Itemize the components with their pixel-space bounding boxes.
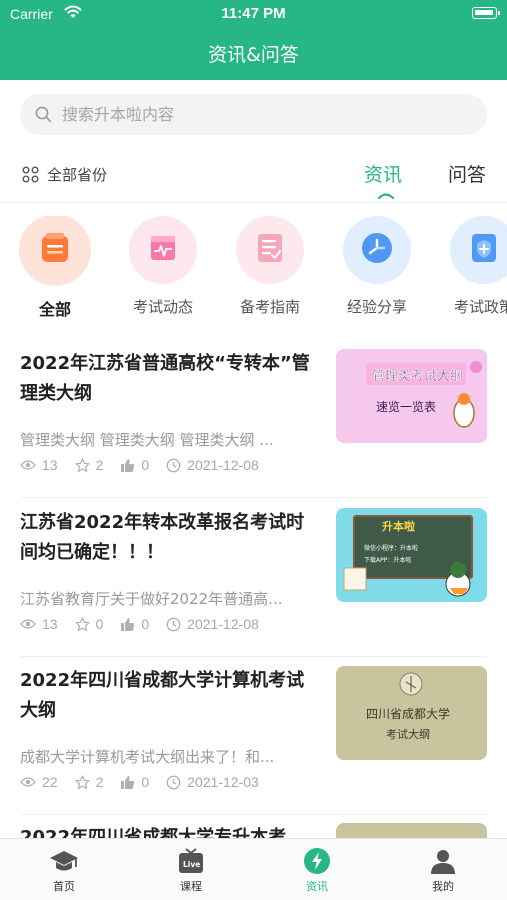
category-policy[interactable]: 考试政策 xyxy=(434,216,507,317)
thumbs-up-icon xyxy=(121,775,135,789)
category-label: 考试动态 xyxy=(132,298,193,316)
article-summary: 成都大学计算机考试大纲出来了！和... xyxy=(20,748,275,766)
article-divider xyxy=(20,814,487,815)
star-count: 2 xyxy=(95,457,104,473)
divider xyxy=(0,202,507,203)
category-label: 经验分享 xyxy=(346,298,407,316)
star-count: 2 xyxy=(95,774,104,790)
article-item[interactable]: 2022年江苏省普通高校“专转本”管理类大纲 管理类大纲 管理类大纲 管理类大纲… xyxy=(0,349,507,506)
thumbs-up-icon xyxy=(121,617,135,631)
category-exam-news[interactable]: 考试动态 xyxy=(113,216,213,317)
tabbar-profile[interactable]: 我的 xyxy=(403,847,483,894)
tabbar-news[interactable]: 资讯 xyxy=(277,847,357,894)
app-header: Carrier 11:47 PM 资讯&问答 xyxy=(0,0,507,80)
article-divider xyxy=(20,656,487,657)
article-meta: 22 2 0 2021-12-03 xyxy=(20,774,276,790)
battery-icon xyxy=(472,7,500,19)
category-label: 备考指南 xyxy=(239,298,300,316)
article-title: 2022年四川省成都大学专升本考 xyxy=(20,827,287,838)
article-date: 2021-12-08 xyxy=(187,457,259,473)
article-meta: 13 0 0 2021-12-08 xyxy=(20,616,276,632)
thumb-text: 四川省成都大学 xyxy=(366,706,450,721)
status-bar: Carrier 11:47 PM xyxy=(0,0,507,28)
graduation-cap-icon xyxy=(24,847,104,875)
tabbar-home[interactable]: 首页 xyxy=(24,847,104,894)
article-thumbnail: 四川省成都大学 考试大纲 xyxy=(336,666,487,760)
thumb-text: 升本啦 xyxy=(382,519,415,533)
status-time: 11:47 PM xyxy=(221,5,286,22)
shield-icon xyxy=(469,232,499,268)
province-filter[interactable]: 全部省份 xyxy=(22,162,107,186)
clock-icon xyxy=(360,231,394,269)
eye-icon xyxy=(20,460,36,470)
live-tv-icon: Live xyxy=(151,847,231,875)
category-study-guide[interactable]: 备考指南 xyxy=(220,216,320,317)
tab-indicator xyxy=(377,193,395,200)
thumbs-up-icon xyxy=(121,458,135,472)
clock-icon xyxy=(166,775,181,789)
thumb-text: 微信小程序：升本啦 xyxy=(364,544,418,552)
tab-news[interactable]: 资讯 xyxy=(364,160,402,187)
thumb-text: 管理类考试大纲 xyxy=(372,369,463,384)
tabbar-label: 课程 xyxy=(180,880,202,893)
article-date: 2021-12-03 xyxy=(187,774,259,790)
list-icon xyxy=(40,232,70,268)
star-icon xyxy=(74,457,90,472)
tabbar-label: 我的 xyxy=(432,880,454,893)
category-row: 全部 考试动态 备考指南 经验分享 考试政策 xyxy=(0,216,507,324)
tabbar-label: 资讯 xyxy=(306,880,328,893)
tabbar-courses[interactable]: Live 课程 xyxy=(151,847,231,894)
category-all[interactable]: 全部 xyxy=(5,216,105,320)
clock-icon xyxy=(166,617,181,631)
user-icon xyxy=(403,847,483,875)
bottom-tab-bar: 首页 Live 课程 资讯 我的 xyxy=(0,838,507,900)
category-label: 全部 xyxy=(38,300,71,319)
thumb-text: 下载APP：升本啦 xyxy=(364,556,411,564)
star-count: 0 xyxy=(95,616,104,632)
article-title: 2022年四川省成都大学计算机考试大纲 xyxy=(20,670,305,721)
view-count: 13 xyxy=(42,457,58,473)
eye-icon xyxy=(20,777,36,787)
article-date: 2021-12-08 xyxy=(187,616,259,632)
clock-icon xyxy=(166,458,181,472)
page-title: 资讯&问答 xyxy=(208,44,299,66)
article-item[interactable]: 2022年四川省成都大学计算机考试大纲 成都大学计算机考试大纲出来了！和... … xyxy=(0,666,507,823)
star-icon xyxy=(74,774,90,789)
article-meta: 13 2 0 2021-12-08 xyxy=(20,457,276,473)
search-input[interactable] xyxy=(62,94,472,135)
article-title: 2022年江苏省普通高校“专转本”管理类大纲 xyxy=(20,353,310,404)
like-count: 0 xyxy=(141,774,150,790)
tabbar-label: 首页 xyxy=(53,880,75,893)
tab-qa[interactable]: 问答 xyxy=(448,160,486,187)
article-summary: 管理类大纲 管理类大纲 管理类大纲 ... xyxy=(20,431,274,449)
article-item[interactable]: 江苏省2022年转本改革报名考试时间均已确定！！！ 江苏省教育厅关于做好2022… xyxy=(0,508,507,665)
star-icon xyxy=(74,616,90,631)
like-count: 0 xyxy=(141,616,150,632)
view-count: 13 xyxy=(42,616,58,632)
search-bar[interactable] xyxy=(20,94,487,135)
thumb-text: 速览一览表 xyxy=(376,399,436,414)
thumb-text: 考试大纲 xyxy=(386,727,430,741)
article-thumbnail: 管理类考试大纲 速览一览表 xyxy=(336,349,487,443)
grid-icon xyxy=(22,166,39,182)
checklist-icon xyxy=(256,232,284,268)
article-item[interactable]: 2022年四川省成都大学专升本考 xyxy=(0,823,507,838)
article-divider xyxy=(20,497,487,498)
svg-text:Live: Live xyxy=(183,860,200,869)
eye-icon xyxy=(20,619,36,629)
view-count: 22 xyxy=(42,774,58,790)
article-title: 江苏省2022年转本改革报名考试时间均已确定！！！ xyxy=(20,512,305,563)
category-label: 考试政策 xyxy=(453,298,507,316)
category-experience[interactable]: 经验分享 xyxy=(327,216,427,317)
pulse-icon xyxy=(148,233,178,267)
article-summary: 江苏省教育厅关于做好2022年普通高... xyxy=(20,590,283,608)
province-label: 全部省份 xyxy=(47,165,108,184)
like-count: 0 xyxy=(141,457,150,473)
article-thumbnail: 升本啦 微信小程序：升本啦 下载APP：升本啦 xyxy=(336,508,487,602)
lightning-icon xyxy=(277,847,357,875)
article-thumbnail xyxy=(336,823,487,838)
search-icon xyxy=(35,106,52,123)
